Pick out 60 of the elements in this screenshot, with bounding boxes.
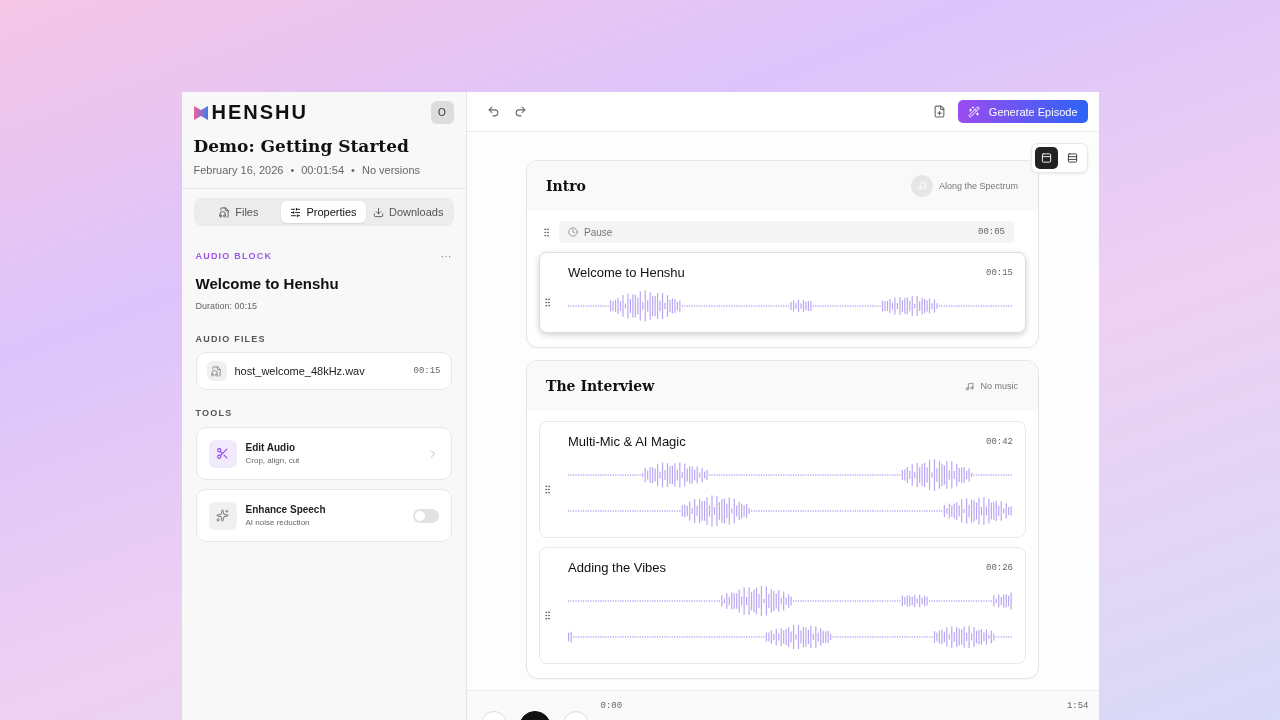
block-duration: Duration: 00:15 <box>195 301 259 311</box>
block-duration: 00:05 <box>978 227 1005 237</box>
section-heading: AUDIO FILES <box>195 334 267 344</box>
generate-episode-button[interactable]: Generate Episode <box>957 100 1088 123</box>
sparkles-icon <box>208 501 237 530</box>
tool-description: Crop, align, cut <box>245 456 301 465</box>
section-title: The Interview <box>546 378 655 394</box>
block-title: Welcome to Henshu <box>195 275 340 292</box>
card-view-button[interactable] <box>1034 147 1058 169</box>
block-title: Adding the Vibes <box>568 560 667 575</box>
logo-icon <box>193 105 208 120</box>
download-icon <box>372 206 384 218</box>
avatar[interactable]: O <box>430 101 454 124</box>
music-label: Along the Spectrum <box>938 181 1018 191</box>
clock-icon <box>568 227 578 237</box>
audio-block[interactable]: Multi-Mic & AI Magic 00:42 <box>539 421 1026 538</box>
magic-wand-icon <box>967 105 980 118</box>
block-type: AUDIO BLOCK <box>195 251 273 261</box>
music-note-icon <box>965 381 975 391</box>
total-time: 1:54 <box>1066 701 1089 711</box>
separator-dot: • <box>351 164 355 176</box>
block-title: Welcome to Henshu <box>568 265 685 280</box>
sliders-icon <box>290 206 302 218</box>
section-title: Intro <box>546 178 586 194</box>
block-duration: 00:42 <box>986 436 1013 447</box>
project-title: Demo: Getting Started <box>193 136 410 156</box>
tool-title: Enhance Speech <box>245 504 327 515</box>
tool-title: Edit Audio <box>245 442 297 453</box>
block-duration: 00:15 <box>986 267 1013 278</box>
music-label: No music <box>980 381 1018 391</box>
tool-description: AI noise reduction <box>245 518 311 527</box>
block-title: Multi-Mic & AI Magic <box>568 434 686 449</box>
tool-card[interactable]: Edit Audio Crop, align, cut <box>195 427 452 480</box>
separator-dot: • <box>290 164 295 176</box>
more-button[interactable]: ··· <box>440 250 452 262</box>
tab[interactable]: Downloads <box>365 201 451 223</box>
tab[interactable]: Properties <box>281 201 366 223</box>
section-heading: TOOLS <box>195 408 234 418</box>
current-time: 0:00 <box>600 701 623 711</box>
file-audio-icon <box>219 206 231 218</box>
tool-card[interactable]: Enhance Speech AI noise reduction <box>195 489 452 542</box>
audio-block[interactable]: Adding the Vibes 00:26 <box>539 547 1026 664</box>
card-icon <box>1040 152 1052 164</box>
scissors-icon <box>208 439 237 468</box>
toggle-switch[interactable] <box>412 508 439 523</box>
block-duration: 00:26 <box>986 562 1013 573</box>
music-note-icon <box>910 175 933 197</box>
tab[interactable]: Files <box>196 201 282 223</box>
pause-block[interactable]: Pause 00:05 <box>559 221 1014 243</box>
project-meta: No versions <box>361 164 420 176</box>
file-name: host_welcome_48kHz.wav <box>234 365 366 377</box>
file-audio-icon <box>206 361 227 381</box>
pause-label: Pause <box>584 226 614 238</box>
project-meta: February 16, 2026 <box>193 164 284 176</box>
audio-block[interactable]: Welcome to Henshu 00:15 <box>539 252 1026 333</box>
project-meta: 00:01:54 <box>301 164 345 176</box>
brand-name: HENSHU <box>211 101 308 124</box>
audio-file-card[interactable]: host_welcome_48kHz.wav 00:15 <box>195 352 452 390</box>
file-duration: 00:15 <box>413 366 441 376</box>
list-icon <box>1066 152 1078 164</box>
